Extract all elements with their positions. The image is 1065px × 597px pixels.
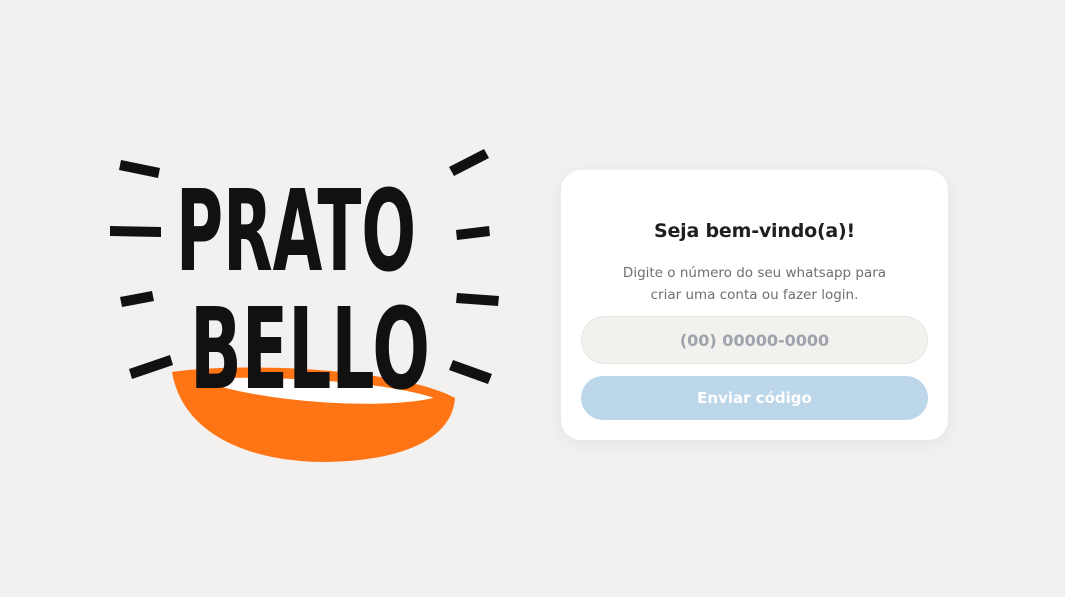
login-card: Seja bem-vindo(a)! Digite o número do se… bbox=[561, 170, 948, 440]
burst-lines-right-icon bbox=[449, 149, 499, 384]
phone-number-input[interactable] bbox=[581, 316, 928, 364]
welcome-subtitle-line1: Digite o número do seu whatsapp para bbox=[622, 265, 887, 281]
welcome-subtitle-line2: criar uma conta ou fazer login. bbox=[650, 287, 859, 303]
prato-bello-logo: PRATO BELLO bbox=[100, 140, 510, 470]
welcome-title: Seja bem-vindo(a)! bbox=[653, 220, 856, 242]
welcome-subtitle: Digite o número do seu whatsapp para cri… bbox=[601, 262, 908, 306]
logo-graphic: PRATO BELLO bbox=[110, 149, 499, 462]
logo-text-line1: PRATO bbox=[176, 167, 416, 297]
send-code-button[interactable]: Enviar código bbox=[581, 376, 928, 420]
burst-lines-left-icon bbox=[110, 160, 173, 379]
logo-text-line2: BELLO bbox=[190, 285, 430, 415]
